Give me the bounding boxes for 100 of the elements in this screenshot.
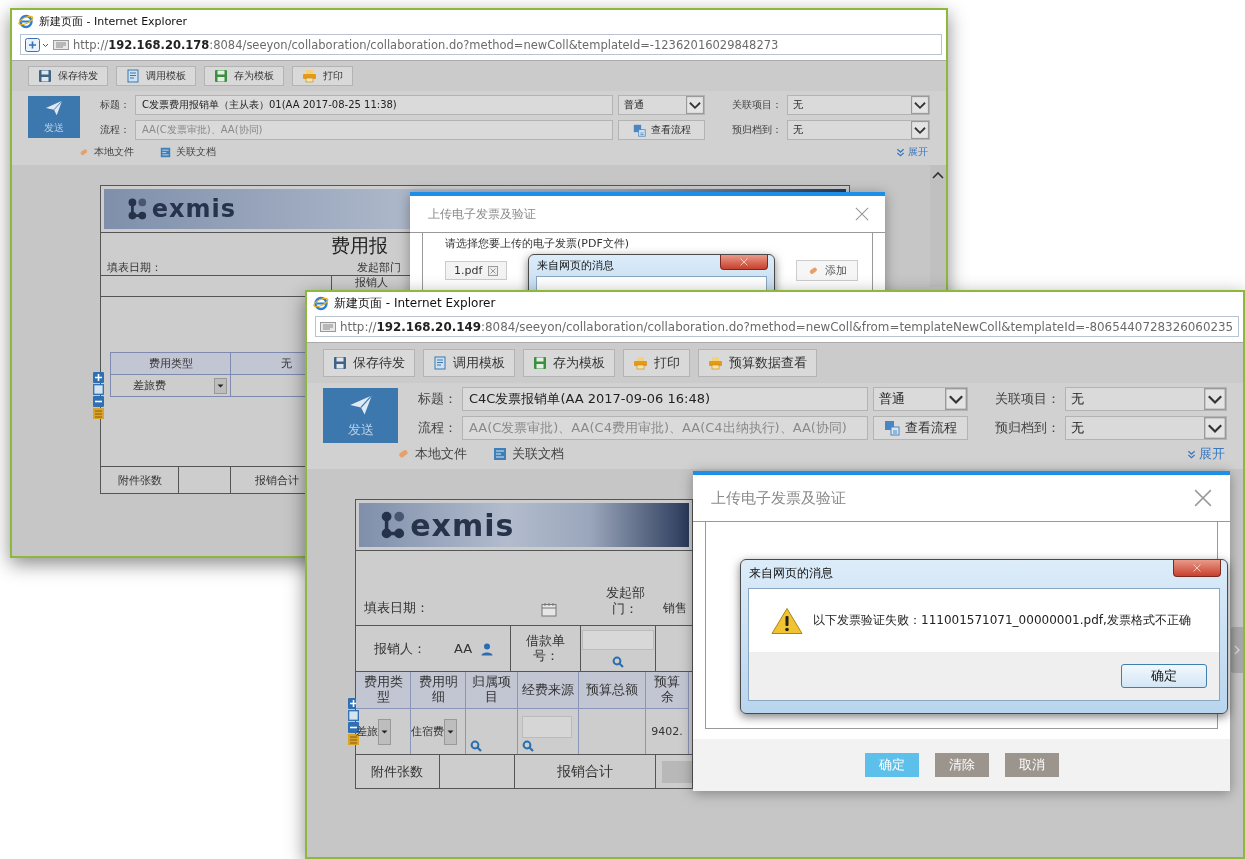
logo-text: exmis bbox=[151, 195, 237, 223]
attachment-link[interactable]: 关联文档 bbox=[160, 145, 216, 159]
toolbar-button[interactable]: 存为模板 bbox=[523, 349, 615, 377]
url-text: http://192.168.20.178:8084/seeyon/collaboration/collaboration.do?method=newColl&templateId=-12362016029848273 bbox=[73, 37, 779, 52]
select-value: 无 bbox=[793, 123, 803, 137]
priority-select[interactable]: 普通 bbox=[618, 95, 705, 115]
toolbar-button[interactable]: 调用模板 bbox=[116, 66, 196, 86]
priority-select[interactable]: 普通 bbox=[873, 387, 968, 411]
field-label: 报销合计 bbox=[557, 762, 614, 781]
close-icon[interactable] bbox=[1194, 489, 1212, 507]
field-label: 标题： bbox=[418, 390, 457, 408]
compat-view-icon[interactable] bbox=[53, 39, 69, 50]
person-icon[interactable] bbox=[480, 641, 495, 656]
search-icon[interactable] bbox=[470, 740, 482, 752]
dialog-title: 上传电子发票及验证 bbox=[428, 205, 536, 223]
select-value: 无 bbox=[793, 98, 803, 112]
window-title: 新建页面 - Internet Explorer bbox=[334, 294, 496, 312]
browser-icon bbox=[313, 295, 329, 311]
field-label: 报销人 bbox=[355, 277, 388, 289]
dialog-title: 上传电子发票及验证 bbox=[711, 488, 846, 508]
field-label: 流程： bbox=[100, 123, 130, 137]
chevron-down-icon[interactable] bbox=[686, 96, 704, 114]
chevron-down-icon[interactable] bbox=[911, 121, 929, 139]
dropdown-field[interactable]: 差旅 bbox=[356, 709, 410, 754]
file-chip[interactable]: 1.pdf bbox=[445, 261, 508, 280]
caret-icon[interactable] bbox=[214, 377, 227, 394]
toolbar-button[interactable]: 存为模板 bbox=[204, 66, 284, 86]
attachment-link[interactable]: 本地文件 bbox=[396, 445, 467, 463]
floppy-icon bbox=[333, 356, 347, 370]
chevron-right-icon bbox=[1234, 645, 1240, 655]
field-label: 发起部门： bbox=[604, 584, 646, 617]
subject-field[interactable]: C4C发票报销单(AA 2017-09-06 16:48) bbox=[462, 387, 868, 411]
caret-icon[interactable] bbox=[444, 718, 457, 745]
floppy-icon bbox=[214, 69, 228, 83]
remove-file-icon[interactable] bbox=[488, 265, 499, 276]
column-header: 经费来源 bbox=[518, 672, 579, 708]
calendar-icon[interactable] bbox=[541, 602, 557, 617]
browser-icon bbox=[18, 13, 34, 29]
warning-icon bbox=[771, 606, 803, 635]
view-flow-button[interactable]: 查看流程 bbox=[618, 120, 705, 140]
compat-view-icon[interactable] bbox=[320, 321, 336, 332]
dropdown-field[interactable]: 差旅费 bbox=[111, 375, 230, 396]
square-icon[interactable] bbox=[348, 710, 359, 721]
close-button[interactable] bbox=[1173, 560, 1221, 577]
square-icon[interactable] bbox=[93, 384, 104, 395]
field-label: 标题： bbox=[100, 98, 130, 112]
toolbar-button[interactable]: 打印 bbox=[292, 66, 353, 86]
document-icon bbox=[126, 69, 140, 83]
attachment-link[interactable]: 关联文档 bbox=[493, 445, 564, 463]
toolbar-button[interactable]: 保存待发 bbox=[28, 66, 108, 86]
chevron-down-icon[interactable] bbox=[945, 388, 967, 410]
dropdown-field[interactable]: 住宿费 bbox=[411, 709, 465, 754]
remove-row-icon[interactable] bbox=[93, 396, 104, 407]
instruction-text: 请选择您要上传的电子发票(PDF文件) bbox=[445, 236, 630, 251]
select-value: 无 bbox=[1071, 390, 1084, 408]
search-icon[interactable] bbox=[522, 740, 534, 752]
close-button[interactable] bbox=[720, 255, 768, 270]
toolbar-button[interactable]: 预算数据查看 bbox=[698, 349, 817, 377]
field-label: 预归档到： bbox=[995, 419, 1060, 437]
toolbar-button[interactable]: 保存待发 bbox=[323, 349, 415, 377]
input-field[interactable] bbox=[522, 716, 572, 738]
window-title: 新建页面 - Internet Explorer bbox=[39, 13, 187, 29]
input-field[interactable] bbox=[582, 629, 654, 650]
attachment-link[interactable]: 本地文件 bbox=[78, 145, 134, 159]
chevron-down-icon[interactable] bbox=[1204, 417, 1226, 439]
address-bar[interactable]: http://192.168.20.178:8084/seeyon/collaboration/collaboration.do?method=newColl&templateId=-12362016029848273 bbox=[20, 34, 942, 55]
project-select[interactable]: 无 bbox=[787, 95, 930, 115]
caret-icon[interactable] bbox=[378, 718, 391, 745]
subject-field[interactable]: C发票费用报销单（主从表）01(AA 2017-08-25 11:38) bbox=[135, 95, 613, 115]
archive-select[interactable]: 无 bbox=[787, 120, 930, 140]
close-icon[interactable] bbox=[855, 207, 869, 221]
ok-button[interactable]: 确定 bbox=[1121, 664, 1207, 688]
archive-select[interactable]: 无 bbox=[1065, 416, 1227, 440]
table-cell: 9402. bbox=[646, 708, 689, 754]
field-label: 附件张数 bbox=[117, 472, 162, 488]
column-header: 费用明细 bbox=[411, 672, 466, 708]
address-bar[interactable]: http://192.168.20.149:8084/seeyon/collaboration/collaboration.do?method=newColl&from=templateNewColl&templateId=-8065440728326060235 bbox=[315, 316, 1239, 337]
toolbar-button[interactable]: 打印 bbox=[623, 349, 690, 377]
chevron-down-icon[interactable] bbox=[1204, 388, 1226, 410]
search-icon[interactable] bbox=[612, 655, 624, 668]
chevron-up-icon[interactable] bbox=[932, 171, 944, 179]
dialog-title: 来自网页的消息 bbox=[537, 258, 614, 273]
column-header: 费用类型 bbox=[356, 672, 411, 708]
plus-icon[interactable] bbox=[25, 37, 49, 52]
chevron-down-icon[interactable] bbox=[911, 96, 929, 114]
column-header: 费用类型 bbox=[111, 353, 231, 374]
amount-field[interactable] bbox=[662, 760, 692, 783]
view-flow-button[interactable]: 查看流程 bbox=[873, 416, 968, 440]
column-header: 预算总额 bbox=[579, 672, 646, 708]
add-button[interactable]: 添加 bbox=[796, 260, 858, 281]
field-label: 关联项目： bbox=[732, 98, 782, 112]
logo-mark-icon bbox=[381, 511, 407, 539]
logo-mark-icon bbox=[128, 198, 148, 220]
project-select[interactable]: 无 bbox=[1065, 387, 1227, 411]
add-row-icon[interactable] bbox=[93, 372, 104, 383]
scrollbar[interactable] bbox=[930, 165, 946, 287]
column-header: 归属项目 bbox=[466, 672, 518, 708]
side-tab[interactable] bbox=[1231, 627, 1243, 673]
field-label: 借款单号： bbox=[525, 633, 566, 664]
toolbar-button[interactable]: 调用模板 bbox=[423, 349, 515, 377]
